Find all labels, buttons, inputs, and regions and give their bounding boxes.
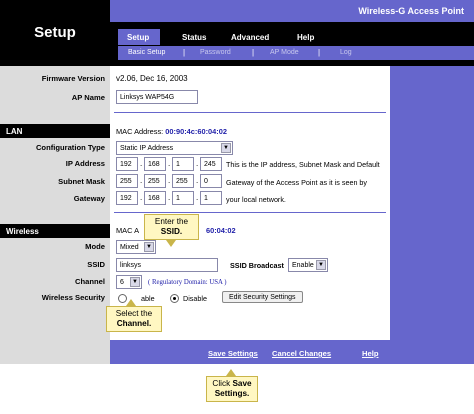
section-lan: LAN (0, 124, 110, 138)
tab-help[interactable]: Help (297, 33, 314, 42)
dot: . (140, 193, 143, 202)
dot: . (168, 176, 171, 185)
subnet-octet-2[interactable]: 255 (144, 174, 166, 188)
config-type-select[interactable]: Static IP Address ▼ (116, 141, 233, 155)
ip-octet-2[interactable]: 168 (144, 157, 166, 171)
ip-note-line-1: This is the IP address, Subnet Mask and … (226, 160, 380, 169)
subtab-basic-setup[interactable]: Basic Setup (128, 49, 165, 56)
ap-name-input[interactable]: Linksys WAP54G (116, 90, 198, 104)
ssid-broadcast-select[interactable]: Enable ▼ (288, 258, 328, 272)
dot: . (140, 159, 143, 168)
gateway-octet-4[interactable]: 1 (200, 191, 222, 205)
chevron-down-icon: ▼ (316, 260, 326, 270)
chevron-down-icon: ▼ (221, 143, 231, 153)
ip-note-line-2: Gateway of the Access Point as it is see… (226, 178, 368, 187)
config-type-value: Static IP Address (120, 145, 174, 152)
label-ip-address: IP Address (65, 159, 105, 168)
subtab-separator: | (318, 48, 321, 57)
gateway-octet-2[interactable]: 168 (144, 191, 166, 205)
lan-mac-value: 00:90:4c:60:04:02 (165, 127, 227, 136)
ip-note-line-3: your local network. (226, 195, 286, 204)
save-settings-button[interactable]: Save Settings (208, 349, 258, 358)
callout-pointer (166, 240, 176, 247)
mode-select[interactable]: Mixed ▼ (116, 240, 156, 254)
callout-select-channel: Select the Channel. (106, 306, 162, 332)
subnet-octet-3[interactable]: 255 (172, 174, 194, 188)
chevron-down-icon: ▼ (144, 242, 154, 252)
gateway-octet-1[interactable]: 192 (116, 191, 138, 205)
dot: . (168, 159, 171, 168)
right-strip (390, 66, 474, 364)
label-wireless-security: Wireless Security (41, 293, 105, 302)
subtab-ap-mode[interactable]: AP Mode (270, 49, 299, 56)
subnet-octet-4[interactable]: 0 (200, 174, 222, 188)
security-disable-radio[interactable] (170, 294, 179, 303)
dot: . (196, 159, 199, 168)
callout-channel-line-2: Channel. (116, 319, 152, 328)
dot: . (168, 193, 171, 202)
callout-ssid-line-1: Enter the (154, 217, 189, 226)
callout-save-line-2: Settings. (214, 389, 250, 398)
edit-security-settings-button[interactable]: Edit Security Settings (222, 291, 303, 303)
callout-save-line-1b: Save (232, 379, 252, 388)
subtab-separator: | (252, 48, 255, 57)
dot: . (140, 176, 143, 185)
page-title: Setup (34, 24, 76, 41)
label-ssid: SSID (87, 260, 105, 269)
wireless-mac-suffix: 60:04:02 (206, 226, 236, 235)
gateway-octet-3[interactable]: 1 (172, 191, 194, 205)
label-config-type: Configuration Type (35, 143, 105, 152)
ip-octet-4[interactable]: 245 (200, 157, 222, 171)
lan-mac: MAC Address: 00:90:4c:60:04:02 (116, 127, 227, 136)
subtab-log[interactable]: Log (340, 49, 352, 56)
lan-mac-label: MAC Address: (116, 127, 164, 136)
callout-enter-ssid: Enter the SSID. (144, 214, 199, 240)
help-button[interactable]: Help (362, 349, 378, 358)
wireless-mac-prefix: MAC A (116, 226, 139, 235)
mode-value: Mixed (120, 244, 139, 251)
security-disable-label: Disable (183, 294, 207, 303)
divider (114, 212, 386, 213)
callout-click-save: Click Save Settings. (206, 376, 258, 402)
subtab-password[interactable]: Password (200, 49, 231, 56)
regulatory-domain: ( Regulatory Domain: USA ) (148, 279, 227, 286)
tab-setup[interactable]: Setup (127, 33, 149, 42)
ip-octet-3[interactable]: 1 (172, 157, 194, 171)
callout-save-line-1a: Click (212, 379, 231, 388)
label-subnet-mask: Subnet Mask (58, 177, 105, 186)
label-firmware: Firmware Version (41, 74, 105, 83)
label-mode: Mode (85, 242, 105, 251)
subtab-separator: | (183, 48, 186, 57)
firmware-value: v2.06, Dec 16, 2003 (116, 74, 188, 83)
chevron-down-icon: ▼ (130, 277, 140, 287)
dot: . (196, 176, 199, 185)
channel-select[interactable]: 6 ▼ (116, 275, 142, 289)
label-ap-name: AP Name (71, 93, 105, 102)
ip-octet-1[interactable]: 192 (116, 157, 138, 171)
tab-status[interactable]: Status (182, 33, 206, 42)
subnet-octet-1[interactable]: 255 (116, 174, 138, 188)
label-gateway: Gateway (73, 194, 105, 203)
section-wireless: Wireless (0, 224, 110, 238)
ssid-broadcast-label: SSID Broadcast (230, 261, 284, 270)
tab-advanced[interactable]: Advanced (231, 33, 269, 42)
ssid-broadcast-value: Enable (292, 262, 314, 269)
dot: . (196, 193, 199, 202)
sidebar (0, 66, 110, 364)
callout-channel-line-1: Select the (115, 309, 153, 318)
ssid-input[interactable]: linksys (116, 258, 218, 272)
callout-pointer (226, 369, 236, 376)
callout-ssid-line-2: SSID. (160, 227, 183, 236)
product-name: Wireless-G Access Point (358, 6, 464, 16)
label-channel: Channel (75, 277, 105, 286)
security-enable-label: able (141, 294, 155, 303)
divider (114, 112, 386, 113)
cancel-changes-button[interactable]: Cancel Changes (272, 349, 331, 358)
channel-value: 6 (120, 279, 124, 286)
callout-pointer (126, 299, 136, 306)
